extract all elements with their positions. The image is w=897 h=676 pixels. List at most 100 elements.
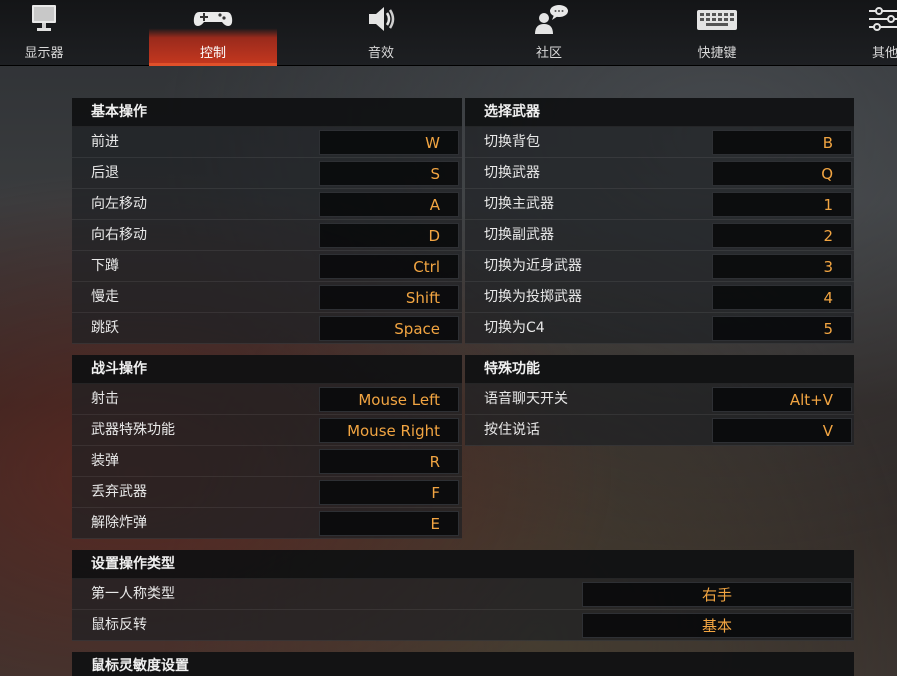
keybind-label: 切换为近身武器 <box>484 258 582 274</box>
tab-label: 控制 <box>199 46 226 61</box>
keybind-button[interactable]: R <box>319 449 459 474</box>
keybind-row-walk: 慢走 Shift <box>72 282 462 313</box>
keybind-button[interactable]: V <box>712 418 852 443</box>
keybind-label: 切换背包 <box>484 134 540 150</box>
keybind-row-left: 向左移动 A <box>72 189 462 220</box>
speaker-icon <box>369 7 395 31</box>
keybind-button[interactable]: 4 <box>712 285 852 310</box>
keybind-label: 解除炸弹 <box>91 515 147 531</box>
keybind-button[interactable]: Space <box>319 316 459 341</box>
operation-type-panel: 设置操作类型 第一人称类型 右手 鼠标反转 基本 <box>72 550 854 641</box>
keybind-button[interactable]: 3 <box>712 254 852 279</box>
setting-label: 鼠标反转 <box>91 617 147 633</box>
tab-label: 其他 <box>871 46 897 61</box>
basic-operations-panel: 基本操作 前进 W 后退 S 向左移动 A 向右移动 D 下蹲 Ctrl 慢走 Shift … <box>72 98 462 344</box>
monitor-icon <box>32 5 56 31</box>
keybind-row-backpack: 切换背包 B <box>465 127 854 158</box>
keybind-label: 下蹲 <box>91 258 119 274</box>
keybind-label: 语音聊天开关 <box>484 391 568 407</box>
keybind-label: 切换武器 <box>484 165 540 181</box>
keybind-button[interactable]: Alt+V <box>712 387 852 412</box>
keybind-label: 慢走 <box>91 289 119 305</box>
keybind-label: 跳跃 <box>91 320 119 336</box>
keybind-label: 射击 <box>91 391 119 407</box>
keybind-row-switch-weapon: 切换武器 Q <box>465 158 854 189</box>
keyboard-icon <box>697 10 737 30</box>
keybind-row-throwable: 切换为投掷武器 4 <box>465 282 854 313</box>
keybind-label: 按住说话 <box>484 422 540 438</box>
keybind-button[interactable]: 1 <box>712 192 852 217</box>
panel-title: 鼠标灵敏度设置 <box>72 652 854 676</box>
top-nav: 显示器 控制 音效 社区 快捷键 其他 <box>0 0 897 66</box>
keybind-label: 切换主武器 <box>484 196 554 212</box>
panel-title: 设置操作类型 <box>72 550 854 579</box>
keybind-row-c4: 切换为C4 5 <box>465 313 854 344</box>
keybind-label: 前进 <box>91 134 119 150</box>
setting-row-mouse-invert: 鼠标反转 基本 <box>72 610 854 641</box>
panel-title: 战斗操作 <box>72 355 462 384</box>
tab-other[interactable]: 其他 <box>821 0 897 66</box>
keybind-row-voice-toggle: 语音聊天开关 Alt+V <box>465 384 854 415</box>
keybind-row-right: 向右移动 D <box>72 220 462 251</box>
keybind-row-push-to-talk: 按住说话 V <box>465 415 854 446</box>
keybind-button[interactable]: Mouse Right <box>319 418 459 443</box>
keybind-label: 向左移动 <box>91 196 147 212</box>
keybind-label: 丢弃武器 <box>91 484 147 500</box>
tab-community[interactable]: 社区 <box>485 0 613 66</box>
keybind-row-secondary: 切换副武器 2 <box>465 220 854 251</box>
setting-label: 第一人称类型 <box>91 586 175 602</box>
weapon-select-panel: 选择武器 切换背包 B 切换武器 Q 切换主武器 1 切换副武器 2 切换为近身武器 3 … <box>465 98 854 344</box>
tab-hotkeys[interactable]: 快捷键 <box>653 0 781 66</box>
keybind-row-drop: 丢弃武器 F <box>72 477 462 508</box>
keybind-row-melee: 切换为近身武器 3 <box>465 251 854 282</box>
keybind-row-defuse: 解除炸弹 E <box>72 508 462 539</box>
keybind-button[interactable]: E <box>319 511 459 536</box>
panel-title: 特殊功能 <box>465 355 854 384</box>
tab-label: 显示器 <box>24 46 64 61</box>
keybind-row-back: 后退 S <box>72 158 462 189</box>
community-icon <box>535 5 568 34</box>
keybind-row-jump: 跳跃 Space <box>72 313 462 344</box>
keybind-row-weapon-special: 武器特殊功能 Mouse Right <box>72 415 462 446</box>
panel-title: 选择武器 <box>465 98 854 127</box>
keybind-row-crouch: 下蹲 Ctrl <box>72 251 462 282</box>
keybind-label: 切换副武器 <box>484 227 554 243</box>
keybind-button[interactable]: 2 <box>712 223 852 248</box>
keybind-button[interactable]: 5 <box>712 316 852 341</box>
sliders-icon <box>869 7 897 31</box>
mouse-sensitivity-panel: 鼠标灵敏度设置 <box>72 652 854 676</box>
keybind-button[interactable]: W <box>319 130 459 155</box>
setting-selector[interactable]: 右手 <box>582 582 852 607</box>
setting-selector[interactable]: 基本 <box>582 613 852 638</box>
combat-operations-panel: 战斗操作 射击 Mouse Left 武器特殊功能 Mouse Right 装弹 R … <box>72 355 462 539</box>
tab-label: 快捷键 <box>697 46 737 61</box>
gamepad-icon <box>193 12 233 26</box>
panel-title: 基本操作 <box>72 98 462 127</box>
keybind-button[interactable]: Ctrl <box>319 254 459 279</box>
keybind-button[interactable]: D <box>319 223 459 248</box>
special-functions-panel: 特殊功能 语音聊天开关 Alt+V 按住说话 V <box>465 355 854 446</box>
keybind-row-forward: 前进 W <box>72 127 462 158</box>
keybind-button[interactable]: S <box>319 161 459 186</box>
keybind-row-reload: 装弹 R <box>72 446 462 477</box>
tab-label: 音效 <box>367 46 394 61</box>
keybind-row-primary: 切换主武器 1 <box>465 189 854 220</box>
keybind-row-shoot: 射击 Mouse Left <box>72 384 462 415</box>
keybind-button[interactable]: Mouse Left <box>319 387 459 412</box>
keybind-button[interactable]: Q <box>712 161 852 186</box>
tab-display[interactable]: 显示器 <box>0 0 108 66</box>
tab-label: 社区 <box>535 46 562 61</box>
keybind-button[interactable]: B <box>712 130 852 155</box>
setting-row-first-person: 第一人称类型 右手 <box>72 579 854 610</box>
keybind-label: 后退 <box>91 165 119 181</box>
tab-audio[interactable]: 音效 <box>317 0 445 66</box>
keybind-label: 向右移动 <box>91 227 147 243</box>
keybind-label: 装弹 <box>91 453 119 469</box>
keybind-button[interactable]: Shift <box>319 285 459 310</box>
keybind-label: 切换为投掷武器 <box>484 289 582 305</box>
keybind-button[interactable]: F <box>319 480 459 505</box>
keybind-label: 切换为C4 <box>484 320 545 336</box>
keybind-button[interactable]: A <box>319 192 459 217</box>
keybind-label: 武器特殊功能 <box>91 422 175 438</box>
tab-controls[interactable]: 控制 <box>149 0 277 66</box>
